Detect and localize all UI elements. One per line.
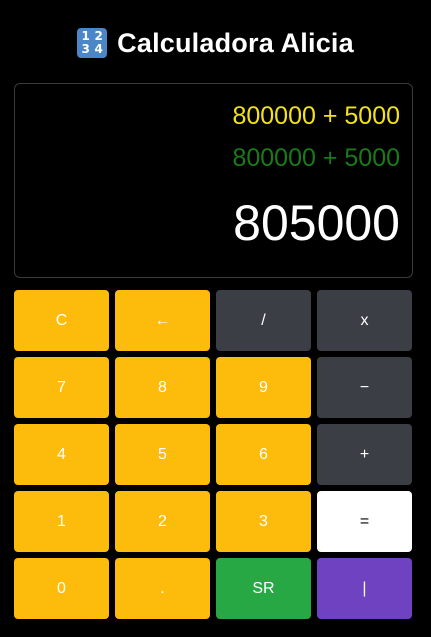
pipe-button[interactable]: |	[317, 558, 412, 619]
previous-expression: 800000 + 5000	[232, 144, 400, 172]
icon-digit: 4	[94, 42, 103, 56]
equals-button[interactable]: =	[317, 491, 412, 552]
backspace-button[interactable]: ←	[115, 290, 210, 351]
digit-6-button[interactable]: 6	[216, 424, 311, 485]
app-header: 1 2 3 4 Calculadora Alicia	[0, 22, 431, 64]
icon-digit: 3	[81, 42, 90, 56]
multiply-button[interactable]: x	[317, 290, 412, 351]
numbers-icon: 1 2 3 4	[77, 28, 108, 58]
clear-button[interactable]: C	[14, 290, 109, 351]
sr-button[interactable]: SR	[216, 558, 311, 619]
digit-7-button[interactable]: 7	[14, 357, 109, 418]
digit-2-button[interactable]: 2	[115, 491, 210, 552]
digit-3-button[interactable]: 3	[216, 491, 311, 552]
divide-button[interactable]: /	[216, 290, 311, 351]
current-expression: 800000 + 5000	[232, 102, 400, 130]
subtract-button[interactable]: −	[317, 357, 412, 418]
digit-4-button[interactable]: 4	[14, 424, 109, 485]
result-value: 805000	[233, 195, 400, 251]
digit-9-button[interactable]: 9	[216, 357, 311, 418]
page-title: Calculadora Alicia	[117, 27, 354, 58]
keypad: C ← / x 7 8 9 − 4 5 6 + 1 2 3 = 0 . SR |	[14, 290, 414, 619]
calculator-display: 800000 + 5000 800000 + 5000 805000	[14, 83, 413, 278]
digit-8-button[interactable]: 8	[115, 357, 210, 418]
digit-5-button[interactable]: 5	[115, 424, 210, 485]
add-button[interactable]: +	[317, 424, 412, 485]
digit-0-button[interactable]: 0	[14, 558, 109, 619]
decimal-point-button[interactable]: .	[115, 558, 210, 619]
digit-1-button[interactable]: 1	[14, 491, 109, 552]
